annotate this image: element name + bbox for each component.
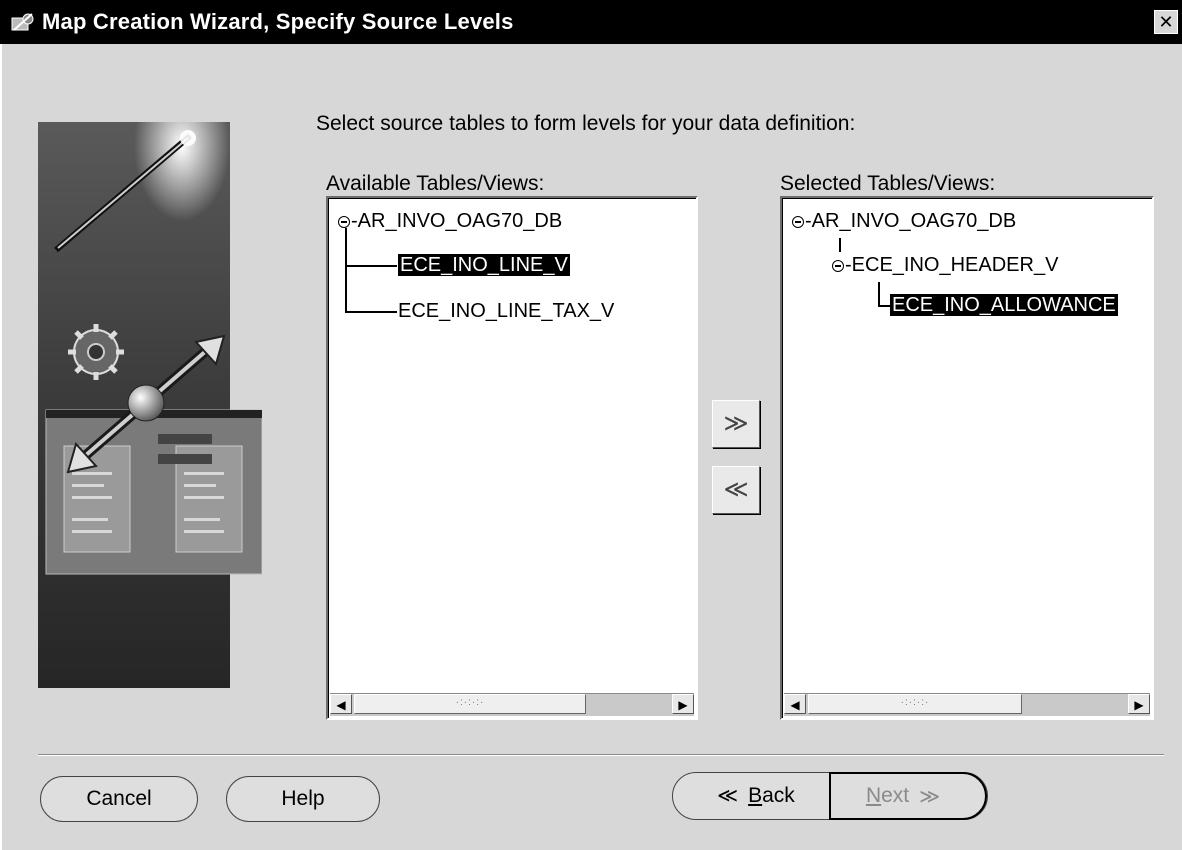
back-button[interactable]: ≪ Back — [673, 773, 829, 818]
available-node-label: ECE_INO_LINE_V — [398, 254, 570, 276]
available-root-node[interactable]: -AR_INVO_OAG70_DB — [338, 206, 562, 236]
selected-tree-body: -AR_INVO_OAG70_DB -ECE_INO_HEADER_V ECE_… — [782, 198, 1152, 692]
help-button[interactable]: Help — [226, 776, 380, 822]
scroll-right-button[interactable]: ▶ — [1128, 694, 1150, 714]
grip-icon: ·:·:·:· — [900, 697, 930, 708]
scroll-thumb[interactable]: ·:·:·:· — [808, 694, 1022, 714]
selected-header-node[interactable]: -ECE_INO_HEADER_V — [832, 250, 1058, 280]
available-horizontal-scrollbar[interactable]: ◀ ·:·:·:· ▶ — [330, 693, 694, 716]
collapse-icon[interactable] — [792, 215, 804, 228]
scroll-right-button[interactable]: ▶ — [672, 694, 694, 714]
selected-horizontal-scrollbar[interactable]: ◀ ·:·:·:· ▶ — [784, 693, 1150, 716]
available-node-line[interactable]: ECE_INO_LINE_V — [398, 250, 570, 280]
scroll-left-icon: ◀ — [336, 698, 346, 712]
title-bar: Map Creation Wizard, Specify Source Leve… — [0, 0, 1182, 44]
move-right-icon: ≫ — [723, 410, 749, 437]
cancel-button[interactable]: Cancel — [40, 776, 198, 822]
tree-line — [878, 305, 890, 307]
move-left-icon: ≪ — [723, 476, 749, 503]
selected-tree[interactable]: -AR_INVO_OAG70_DB -ECE_INO_HEADER_V ECE_… — [780, 196, 1154, 720]
collapse-icon[interactable] — [832, 259, 844, 272]
available-root-label: AR_INVO_OAG70_DB — [357, 210, 563, 232]
scroll-left-button[interactable]: ◀ — [330, 694, 352, 714]
scroll-left-icon: ◀ — [790, 698, 800, 712]
instruction-text: Select source tables to form levels for … — [316, 112, 856, 135]
wizard-illustration — [38, 122, 263, 688]
tree-line — [345, 311, 397, 313]
available-list-label: Available Tables/Views: — [326, 172, 545, 195]
tree-line — [345, 228, 347, 312]
tree-line — [345, 265, 397, 267]
available-node-label: ECE_INO_LINE_TAX_V — [398, 300, 615, 322]
next-label: ext — [881, 784, 910, 807]
back-label: ack — [762, 783, 795, 807]
grip-icon: ·:·:·:· — [455, 697, 485, 708]
add-to-selected-button[interactable]: ≫ — [712, 400, 760, 448]
tree-connector: - — [805, 210, 812, 232]
navigation-button-group: ≪ Back Next ≫ — [672, 772, 988, 820]
tree-connector: - — [351, 210, 358, 232]
remove-from-selected-button[interactable]: ≪ — [712, 466, 760, 514]
wizard-app-icon — [8, 7, 38, 37]
collapse-icon[interactable] — [338, 215, 350, 228]
scroll-left-button[interactable]: ◀ — [784, 694, 806, 714]
back-arrow-icon: ≪ — [717, 785, 739, 807]
back-mnemonic: B — [748, 783, 763, 807]
next-mnemonic: N — [865, 784, 882, 807]
tree-connector: - — [845, 254, 852, 276]
window-title: Map Creation Wizard, Specify Source Leve… — [42, 9, 514, 34]
tree-line — [878, 282, 880, 306]
close-button[interactable]: ✕ — [1154, 10, 1178, 34]
selected-allowance-label: ECE_INO_ALLOWANCE — [890, 294, 1118, 316]
close-icon: ✕ — [1158, 12, 1174, 32]
selected-list-label: Selected Tables/Views: — [780, 172, 996, 195]
available-tree[interactable]: -AR_INVO_OAG70_DB ECE_INO_LINE_V ECE_INO… — [326, 196, 698, 720]
next-arrow-icon: ≫ — [919, 785, 941, 808]
selected-root-label: AR_INVO_OAG70_DB — [811, 210, 1017, 232]
scroll-right-icon: ▶ — [678, 698, 688, 712]
selected-root-node[interactable]: -AR_INVO_OAG70_DB — [792, 206, 1016, 236]
footer-separator — [38, 754, 1164, 756]
scroll-thumb[interactable]: ·:·:·:· — [354, 694, 586, 714]
available-tree-body: -AR_INVO_OAG70_DB ECE_INO_LINE_V ECE_INO… — [328, 198, 696, 692]
available-node-line-tax[interactable]: ECE_INO_LINE_TAX_V — [398, 296, 614, 326]
selected-header-label: ECE_INO_HEADER_V — [851, 254, 1059, 276]
selected-allowance-node[interactable]: ECE_INO_ALLOWANCE — [890, 290, 1118, 320]
next-button[interactable]: Next ≫ — [829, 772, 987, 820]
scroll-right-icon: ▶ — [1134, 698, 1144, 712]
